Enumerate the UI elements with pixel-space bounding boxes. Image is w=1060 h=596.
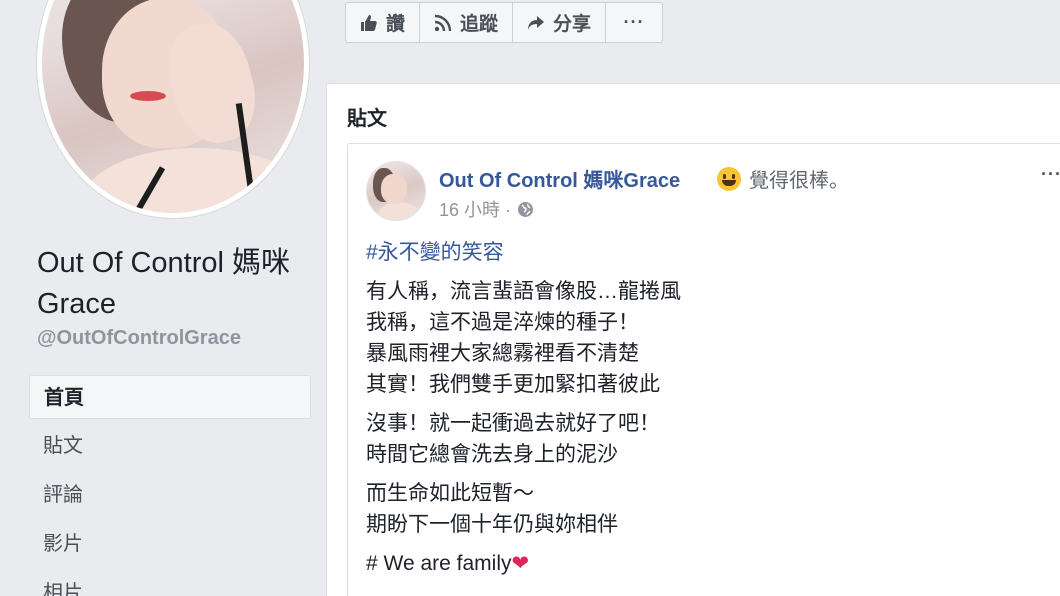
page-title[interactable]: Out Of Control 媽咪Grace	[37, 243, 307, 325]
post-time-text: 16 小時 ·	[439, 200, 512, 220]
follow-label: 追蹤	[460, 14, 499, 35]
post-paragraph: 沒事！就一起衝過去就好了吧！ 時間它總會洗去身上的泥沙	[366, 408, 1046, 470]
post-line: 暴風雨裡大家總霧裡看不清楚	[366, 342, 639, 365]
posts-section-title: 貼文	[347, 108, 387, 130]
post-line: 我稱，這不過是淬煉的種子！	[366, 311, 639, 334]
globe-icon	[517, 201, 534, 218]
more-options-button[interactable]: ···	[606, 3, 662, 42]
left-column: Out Of Control 媽咪Grace @OutOfControlGrac…	[0, 0, 326, 596]
profile-photo-image	[42, 0, 304, 213]
nav-item-posts[interactable]: 貼文	[29, 424, 311, 468]
nav-item-reviews[interactable]: 評論	[29, 473, 311, 517]
share-arrow-icon	[527, 14, 545, 32]
post-line: 時間它總會洗去身上的泥沙	[366, 443, 618, 466]
like-button[interactable]: 讚	[346, 3, 421, 42]
like-label: 讚	[386, 14, 406, 35]
post-author-name[interactable]: Out Of Control 媽咪Grace	[439, 164, 680, 193]
post-line: 期盼下一個十年仍與妳相伴	[366, 513, 618, 536]
post-hashtag[interactable]: #永不變的笑容	[366, 237, 1046, 268]
post-feeling-text: 覺得很棒。	[749, 170, 849, 192]
post-card: Out Of Control 媽咪Grace 覺得很棒。 16 小時 · ···…	[347, 143, 1060, 596]
posts-section: 貼文 Out Of Control 媽咪Grace 覺得很棒。 16 小時 · …	[326, 83, 1060, 596]
post-timestamp[interactable]: 16 小時 ·	[439, 196, 534, 222]
follow-button[interactable]: 追蹤	[420, 3, 514, 42]
heart-emoji-icon: ❤	[511, 552, 530, 575]
nav-item-home[interactable]: 首頁	[29, 375, 311, 419]
share-label: 分享	[553, 14, 592, 35]
post-line: 而生命如此短暫～	[366, 482, 534, 505]
thumbs-up-icon	[360, 14, 378, 32]
post-closing-line: # We are family❤	[366, 548, 1046, 579]
post-line: 沒事！就一起衝過去就好了吧！	[366, 412, 660, 435]
post-paragraph: 而生命如此短暫～ 期盼下一個十年仍與妳相伴	[366, 478, 1046, 540]
post-feeling: 覺得很棒。	[717, 164, 849, 193]
share-button[interactable]: 分享	[513, 3, 607, 42]
rss-follow-icon	[434, 14, 452, 32]
post-line: 有人稱，流言蜚語會像股…龍捲風	[366, 280, 681, 303]
post-body: #永不變的笑容 有人稱，流言蜚語會像股…龍捲風 我稱，這不過是淬煉的種子！ 暴風…	[366, 237, 1046, 579]
smiling-face-emoji-icon	[717, 166, 741, 191]
post-line: 其實！我們雙手更加緊扣著彼此	[366, 373, 660, 396]
left-nav: 首頁 貼文 評論 影片 相片	[29, 375, 311, 596]
post-author-avatar[interactable]	[366, 161, 426, 221]
nav-item-videos[interactable]: 影片	[29, 522, 311, 566]
page-handle[interactable]: @OutOfControlGrace	[37, 327, 241, 350]
nav-item-photos[interactable]: 相片	[29, 571, 311, 596]
post-paragraph: 有人稱，流言蜚語會像股…龍捲風 我稱，這不過是淬煉的種子！ 暴風雨裡大家總霧裡看…	[366, 276, 1046, 400]
post-options-menu[interactable]: ···	[1041, 164, 1060, 185]
page-action-bar: 讚 追蹤 分享 ···	[345, 2, 664, 43]
post-closing-text: # We are family	[366, 552, 512, 575]
profile-picture[interactable]	[37, 0, 309, 218]
